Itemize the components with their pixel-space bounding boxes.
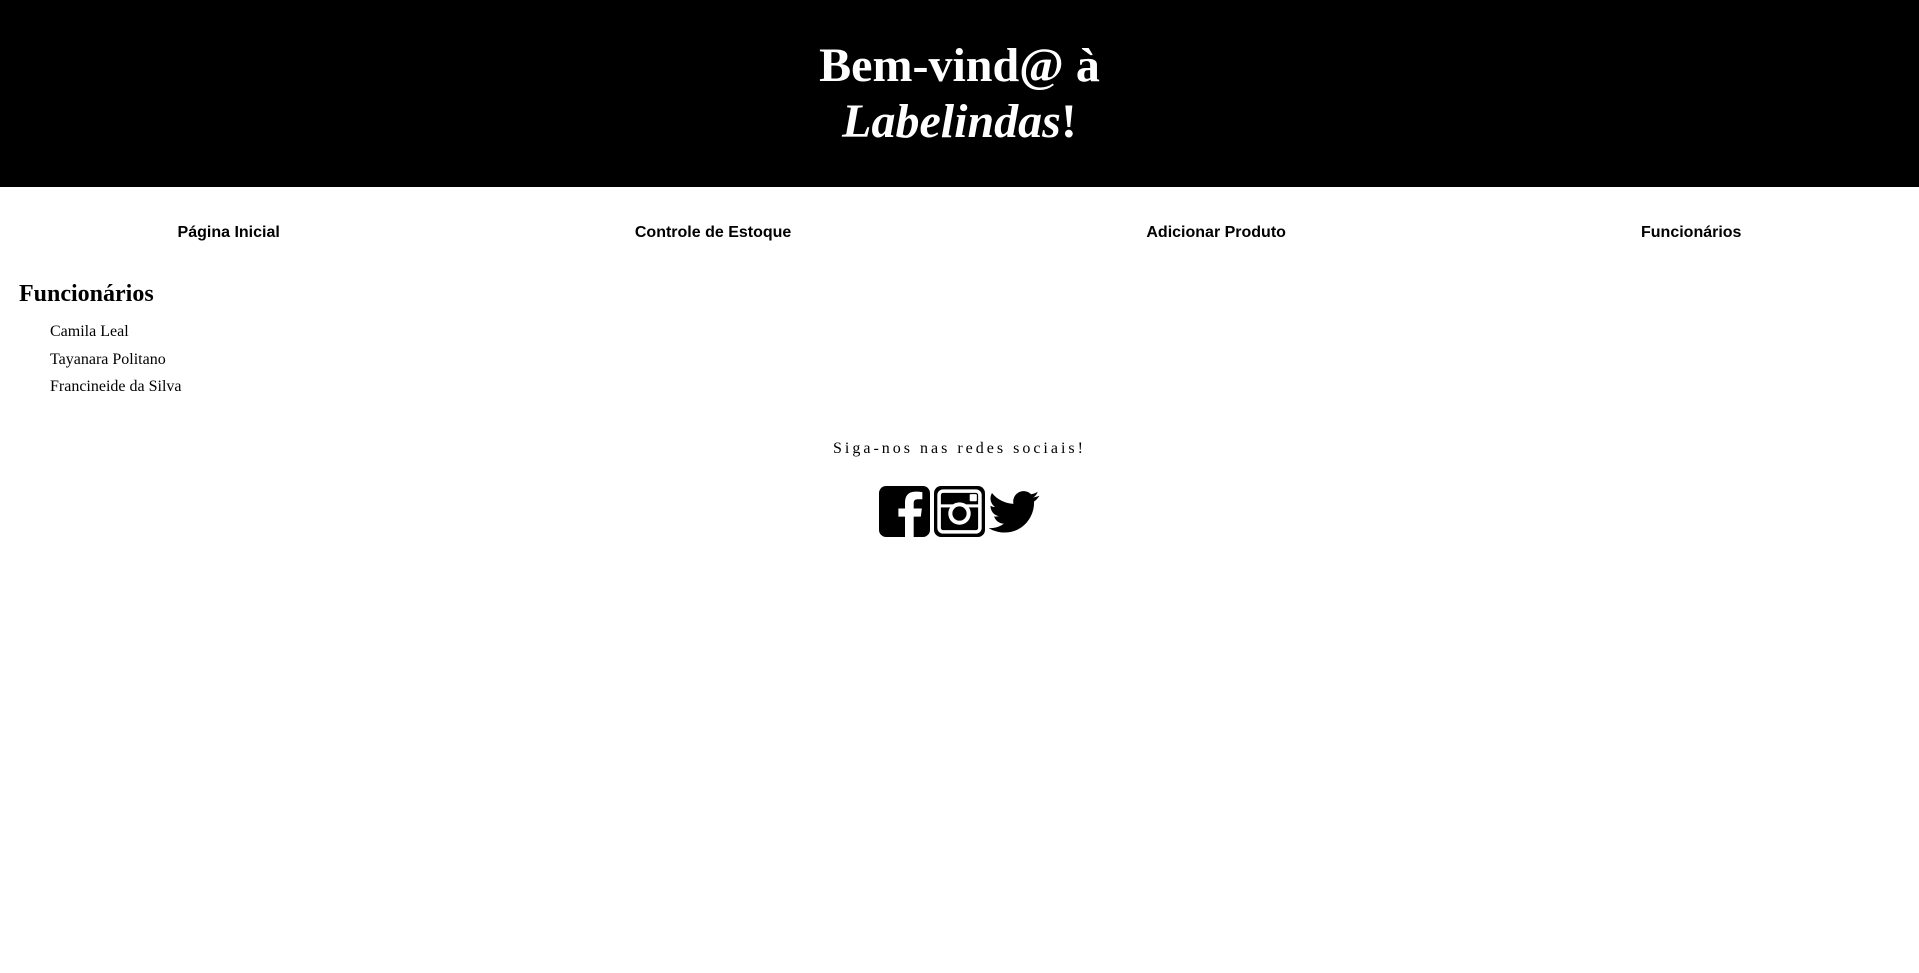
site-footer: Siga-nos nas redes sociais!: [0, 440, 1919, 537]
main-nav: Página Inicial Controle de Estoque Adici…: [0, 187, 1919, 279]
title-suffix: !: [1060, 94, 1077, 148]
list-item: Francineide da Silva: [50, 378, 182, 395]
employee-list: Camila Leal Tayanara Politano Francineid…: [19, 318, 1900, 401]
brand-name: Labelindas: [842, 94, 1061, 148]
list-item: Camila Leal: [50, 323, 129, 340]
nav-item-controle-estoque[interactable]: Controle de Estoque: [635, 224, 791, 242]
site-header: Bem-vind@ à Labelindas!: [0, 0, 1919, 187]
nav-item-adicionar-produto[interactable]: Adicionar Produto: [1146, 224, 1286, 242]
follow-text: Siga-nos nas redes sociais!: [833, 439, 1086, 457]
section-heading: Funcionários: [19, 281, 154, 307]
page-title: Bem-vind@ à Labelindas!: [819, 38, 1100, 150]
facebook-link[interactable]: [879, 485, 930, 537]
instagram-link[interactable]: [934, 485, 985, 537]
twitter-icon: [989, 490, 1040, 533]
nav-item-funcionarios[interactable]: Funcionários: [1641, 224, 1741, 242]
nav-item-pagina-inicial[interactable]: Página Inicial: [178, 224, 280, 242]
instagram-icon: [934, 485, 985, 537]
twitter-link[interactable]: [989, 486, 1040, 537]
title-prefix: Bem-vind@ à: [819, 38, 1100, 92]
facebook-icon: [879, 485, 930, 537]
main-content: Funcionários Camila Leal Tayanara Polita…: [0, 280, 1919, 401]
social-links: [0, 485, 1919, 537]
list-item: Tayanara Politano: [50, 350, 166, 368]
